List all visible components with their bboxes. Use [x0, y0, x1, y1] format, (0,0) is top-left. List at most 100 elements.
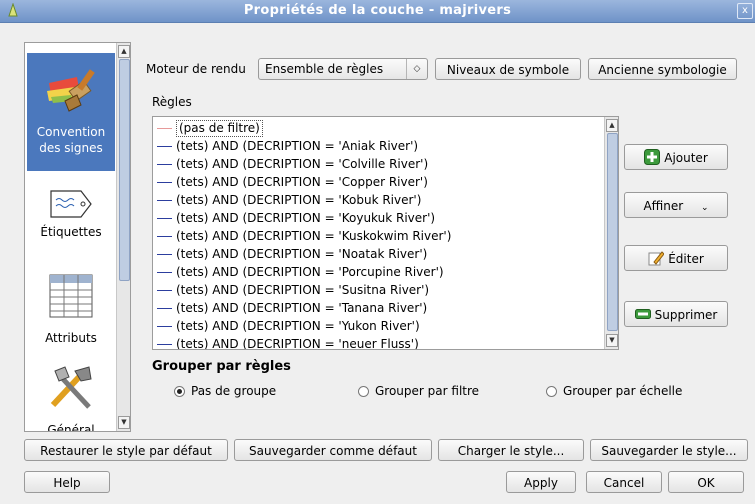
scroll-down-icon[interactable]: ▼: [118, 416, 130, 429]
tools-icon: [50, 366, 92, 409]
rule-row[interactable]: (tets) AND (DECRIPTION = 'Colville River…: [153, 155, 593, 173]
radio-group-by-filter[interactable]: Grouper par filtre: [358, 384, 479, 398]
delete-rule-label: Supprimer: [654, 308, 718, 322]
line-symbol-icon: [157, 326, 172, 327]
rule-row[interactable]: (tets) AND (DECRIPTION = 'Tanana River'): [153, 299, 593, 317]
rule-row[interactable]: (tets) AND (DECRIPTION = 'Aniak River'): [153, 137, 593, 155]
rules-heading: Règles: [152, 95, 192, 109]
rule-row[interactable]: (tets) AND (DECRIPTION = 'Yukon River'): [153, 317, 593, 335]
old-symbology-button[interactable]: Ancienne symbologie: [588, 58, 737, 80]
sidebar-item-labels[interactable]: Étiquettes: [27, 185, 115, 265]
grouping-title: Grouper par règles: [152, 359, 291, 374]
chevron-down-icon: ⌄: [701, 203, 709, 213]
line-symbol-icon: [157, 146, 172, 147]
line-symbol-icon: [157, 272, 172, 273]
rule-row[interactable]: (tets) AND (DECRIPTION = 'Kobuk River'): [153, 191, 593, 209]
rule-label: (pas de filtre): [176, 120, 263, 137]
rule-row[interactable]: (tets) AND (DECRIPTION = 'Kuskokwim Rive…: [153, 227, 593, 245]
rule-row[interactable]: (tets) AND (DECRIPTION = 'Susitna River'…: [153, 281, 593, 299]
rule-label: (tets) AND (DECRIPTION = 'Koyukuk River'…: [176, 211, 436, 225]
apply-button[interactable]: Apply: [506, 471, 576, 493]
rule-label: (tets) AND (DECRIPTION = 'Yukon River'): [176, 319, 420, 333]
delete-rule-button[interactable]: Supprimer: [624, 301, 728, 327]
sidebar-item-label: Attributs: [45, 331, 97, 345]
label-tag-icon: [50, 190, 92, 218]
rule-row[interactable]: (tets) AND (DECRIPTION = 'neuer Fluss'): [153, 335, 593, 350]
line-symbol-icon: [157, 254, 172, 255]
load-style-button[interactable]: Charger le style...: [438, 439, 584, 461]
add-rule-label: Ajouter: [664, 151, 708, 165]
edit-rule-button[interactable]: Éditer: [624, 245, 728, 271]
save-as-default-button[interactable]: Sauvegarder comme défaut: [234, 439, 432, 461]
title-bar: Propriétés de la couche - majrivers x: [0, 0, 755, 23]
line-symbol-icon: [157, 344, 172, 345]
edit-rule-label: Éditer: [668, 252, 704, 266]
rule-label: (tets) AND (DECRIPTION = 'Porcupine Rive…: [176, 265, 444, 279]
radio-button-icon: [546, 386, 557, 397]
line-symbol-icon: [157, 128, 172, 129]
cancel-label: Cancel: [603, 476, 645, 490]
renderer-label: Moteur de rendu: [146, 62, 246, 76]
scroll-up-icon[interactable]: ▲: [606, 119, 618, 132]
window-title: Propriétés de la couche - majrivers: [243, 3, 512, 18]
refine-rule-button[interactable]: Affiner ⌄: [624, 192, 728, 218]
scroll-thumb[interactable]: [607, 133, 618, 331]
rule-row[interactable]: (tets) AND (DECRIPTION = 'Copper River'): [153, 173, 593, 191]
line-symbol-icon: [157, 164, 172, 165]
rule-label: (tets) AND (DECRIPTION = 'Aniak River'): [176, 139, 419, 153]
radio-label: Grouper par échelle: [563, 384, 683, 398]
symbol-levels-button[interactable]: Niveaux de symbole: [435, 58, 581, 80]
rules-scrollbar[interactable]: ▲ ▼: [604, 117, 618, 349]
radio-button-icon: [174, 386, 185, 397]
ok-button[interactable]: OK: [668, 471, 744, 493]
radio-button-icon: [358, 386, 369, 397]
rule-label: (tets) AND (DECRIPTION = 'Tanana River'): [176, 301, 428, 315]
scroll-thumb[interactable]: [119, 59, 130, 281]
line-symbol-icon: [157, 308, 172, 309]
rule-label: (tets) AND (DECRIPTION = 'Noatak River'): [176, 247, 428, 261]
line-symbol-icon: [157, 200, 172, 201]
updown-icon: ◇: [406, 59, 427, 79]
refine-rule-label: Affiner: [643, 199, 684, 213]
rule-label: (tets) AND (DECRIPTION = 'Colville River…: [176, 157, 429, 171]
radio-label: Pas de groupe: [191, 384, 277, 398]
rule-row[interactable]: (tets) AND (DECRIPTION = 'Koyukuk River'…: [153, 209, 593, 227]
renderer-select-value: Ensemble de règles: [265, 62, 384, 76]
save-style-button[interactable]: Sauvegarder le style...: [590, 439, 748, 461]
plus-icon: [644, 149, 661, 165]
scroll-up-icon[interactable]: ▲: [118, 45, 130, 58]
sidebar-item-label: Convention: [36, 125, 106, 139]
sidebar-item-symbology[interactable]: Convention des signes: [27, 53, 115, 171]
table-icon: [49, 274, 93, 318]
rules-list: (tets) AND (DECRIPTION = 'neuer Fluss') (…: [152, 116, 619, 350]
ok-label: OK: [697, 476, 715, 490]
radio-no-group[interactable]: Pas de groupe: [174, 384, 276, 398]
rule-row[interactable]: (tets) AND (DECRIPTION = 'Porcupine Rive…: [153, 263, 593, 281]
add-rule-button[interactable]: Ajouter: [624, 144, 728, 170]
rule-label: (tets) AND (DECRIPTION = 'Susitna River'…: [176, 283, 430, 297]
sidebar-item-label: Étiquettes: [40, 225, 102, 239]
rule-label: (tets) AND (DECRIPTION = 'Kuskokwim Rive…: [176, 229, 452, 243]
sidebar-item-general[interactable]: Général: [27, 361, 115, 432]
restore-default-style-button[interactable]: Restaurer le style par défaut: [24, 439, 228, 461]
paintbrush-icon: [47, 69, 95, 112]
sidebar: Convention des signes Étiquettes Attribu…: [24, 42, 131, 432]
rule-label: (tets) AND (DECRIPTION = 'Copper River'): [176, 175, 428, 189]
minus-icon: [634, 309, 651, 319]
line-symbol-icon: [157, 290, 172, 291]
sidebar-item-attributes[interactable]: Attributs: [27, 271, 115, 351]
rule-label: (tets) AND (DECRIPTION = 'Kobuk River'): [176, 193, 422, 207]
help-button[interactable]: Help: [24, 471, 110, 493]
rule-row[interactable]: (pas de filtre): [153, 119, 593, 137]
sidebar-scrollbar[interactable]: ▲ ▼: [116, 43, 130, 431]
rule-label: (tets) AND (DECRIPTION = 'neuer Fluss'): [176, 337, 419, 350]
radio-label: Grouper par filtre: [375, 384, 480, 398]
line-symbol-icon: [157, 236, 172, 237]
scroll-down-icon[interactable]: ▼: [606, 334, 618, 347]
sidebar-item-label: Général: [47, 423, 95, 432]
radio-group-by-scale[interactable]: Grouper par échelle: [546, 384, 682, 398]
renderer-select[interactable]: Ensemble de règles ◇: [258, 58, 428, 80]
rule-row[interactable]: (tets) AND (DECRIPTION = 'Noatak River'): [153, 245, 593, 263]
close-button[interactable]: x: [737, 3, 753, 19]
cancel-button[interactable]: Cancel: [586, 471, 662, 493]
